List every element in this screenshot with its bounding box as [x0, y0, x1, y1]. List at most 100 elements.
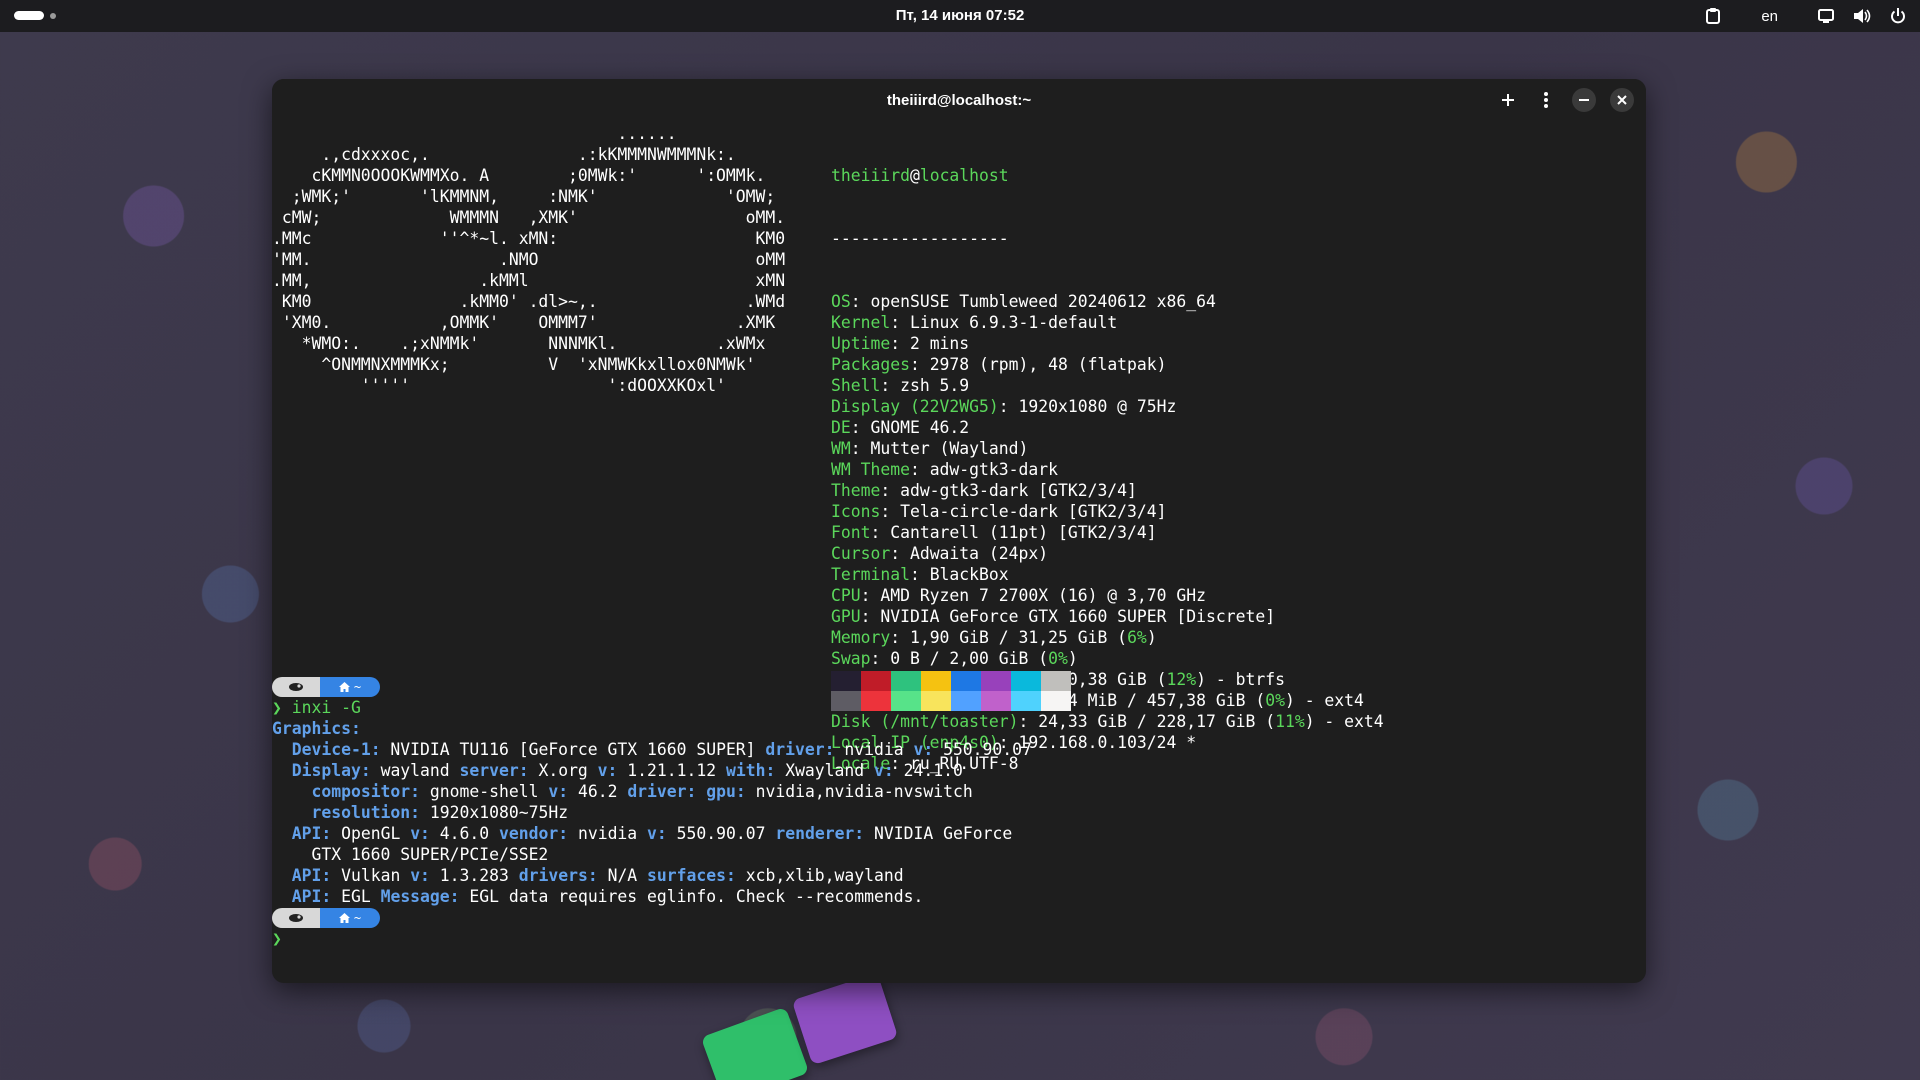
clock[interactable]: Пт, 14 июня 07:52: [896, 7, 1025, 24]
info-value: : Linux 6.9.3-1-default: [890, 313, 1118, 332]
logo-line: ......: [272, 124, 677, 143]
info-tail: ): [1146, 628, 1157, 647]
activities-button[interactable]: [14, 11, 56, 20]
logo-line: cKMMN0OOOKWMMXo. A ;0MWk:' ':OMMk.: [272, 166, 766, 185]
home-icon: [338, 913, 350, 923]
info-key: CPU: [831, 586, 861, 605]
window-titlebar[interactable]: theiiird@localhost:~: [272, 79, 1646, 121]
close-icon: [1617, 95, 1627, 105]
inxi-value: GTX 1660 SUPER/PCIe/SSE2: [272, 845, 549, 864]
inxi-line: API: Vulkan v: 1.3.283 drivers: N/A surf…: [272, 865, 904, 886]
info-key: DE: [831, 418, 851, 437]
opensuse-logo-icon: [289, 683, 303, 691]
info-key: Theme: [831, 481, 881, 500]
info-key: Kernel: [831, 313, 891, 332]
color-swatch: [831, 691, 861, 711]
inxi-value: 1.21.1.12: [617, 761, 726, 780]
inxi-value: [272, 887, 292, 906]
inxi-label: v:: [913, 740, 934, 759]
prompt-chevron: ❯: [272, 698, 282, 717]
keyboard-layout[interactable]: en: [1761, 8, 1778, 25]
info-row: Packages: 2978 (rpm), 48 (flatpak): [831, 354, 1631, 375]
new-tab-button[interactable]: [1496, 88, 1520, 112]
inxi-value: [696, 782, 706, 801]
info-value: : adw-gtk3-dark [GTK2/3/4]: [880, 481, 1137, 500]
inxi-value: nvidia: [834, 740, 914, 759]
inxi-header: Graphics:: [272, 718, 361, 739]
logo-line: ^ONMMNXMMMKx; V 'xNMWKkxllox0NMWk': [272, 355, 756, 374]
inxi-value: OpenGL: [331, 824, 411, 843]
info-value: : 2 mins: [890, 334, 970, 353]
inxi-value: xcb,xlib,wayland: [735, 866, 904, 885]
inxi-value: 550.90.07: [933, 740, 1032, 759]
logo-line: 'XM0. ,OMMK' OMMM7' .XMK: [272, 313, 776, 332]
info-value: : Mutter (Wayland): [850, 439, 1029, 458]
inxi-value: 24.1.0: [893, 761, 963, 780]
close-button[interactable]: [1610, 88, 1634, 112]
info-value: : GNOME 46.2: [850, 418, 970, 437]
info-row: GPU: NVIDIA GeForce GTX 1660 SUPER [Disc…: [831, 606, 1631, 627]
info-row: Kernel: Linux 6.9.3-1-default: [831, 312, 1631, 333]
logo-line: ;WMK;' 'lKMMNM, :NMK' 'OMW;: [272, 187, 776, 206]
color-swatch: [951, 671, 981, 691]
inxi-line: API: EGL Message: EGL data requires egli…: [272, 886, 924, 907]
inxi-label: server:: [459, 761, 529, 780]
workspace-indicator[interactable]: [50, 12, 56, 19]
info-row: CPU: AMD Ryzen 7 2700X (16) @ 3,70 GHz: [831, 585, 1631, 606]
inxi-value: [272, 782, 311, 801]
info-row: Display (22V2WG5): 1920x1080 @ 75Hz: [831, 396, 1631, 417]
power-icon[interactable]: [1888, 6, 1908, 26]
volume-icon[interactable]: [1852, 6, 1872, 26]
inxi-label: Display:: [291, 761, 371, 780]
color-swatch: [861, 671, 891, 691]
inxi-label: API:: [291, 866, 332, 885]
logo-line: .,cdxxxoc,. .:kKMMMNWMMMNk:.: [272, 145, 736, 164]
active-command-line[interactable]: ❯: [272, 928, 282, 949]
clipboard-icon[interactable]: [1703, 6, 1723, 26]
info-key: WM: [831, 439, 851, 458]
logo-line: .MM, .kMMl xMN: [272, 271, 786, 290]
info-value: : BlackBox: [909, 565, 1009, 584]
info-key: Memory: [831, 628, 891, 647]
inxi-value: 4.6.0: [429, 824, 500, 843]
user-host-line: theiiird@localhost: [831, 165, 1631, 186]
info-value: : 1,90 GiB / 31,25 GiB (: [890, 628, 1128, 647]
info-percent: 0%: [1048, 649, 1068, 668]
minimize-button[interactable]: [1572, 88, 1596, 112]
info-key: OS: [831, 292, 851, 311]
color-swatch: [921, 671, 951, 691]
inxi-value: [272, 824, 292, 843]
info-key: Uptime: [831, 334, 891, 353]
inxi-value: nvidia: [568, 824, 648, 843]
prompt-chevron-2: ❯: [272, 929, 282, 948]
inxi-value: 1.3.283: [429, 866, 519, 885]
workspace-indicator-active[interactable]: [14, 11, 44, 20]
inxi-label: compositor:: [311, 782, 421, 801]
inxi-value: 550.90.07: [666, 824, 776, 843]
info-value: : adw-gtk3-dark: [909, 460, 1058, 479]
info-key: Cursor: [831, 544, 891, 563]
inxi-line: compositor: gnome-shell v: 46.2 driver: …: [272, 781, 972, 802]
color-swatch: [951, 691, 981, 711]
username: theiiird: [831, 166, 910, 185]
minimize-icon: [1579, 99, 1589, 101]
kebab-menu-icon: [1544, 92, 1548, 108]
info-key: Display (22V2WG5): [831, 397, 999, 416]
inxi-section-title: Graphics:: [272, 719, 361, 738]
terminal-content[interactable]: ...... .,cdxxxoc,. .:kKMMMNWMMMNk:. cKMM…: [272, 121, 1646, 983]
menu-button[interactable]: [1534, 88, 1558, 112]
prompt-dir-label-2: ~: [353, 910, 362, 925]
prompt-dir-segment-2: ~: [320, 908, 380, 928]
home-icon: [338, 682, 350, 692]
inxi-label: with:: [725, 761, 776, 780]
logo-line: cMW; WMMMN ,XMK' oMM.: [272, 208, 786, 227]
display-icon[interactable]: [1816, 6, 1836, 26]
info-row: Cursor: Adwaita (24px): [831, 543, 1631, 564]
info-tail: ) - ext4: [1284, 691, 1364, 710]
info-value: : NVIDIA GeForce GTX 1660 SUPER [Discret…: [860, 607, 1276, 626]
terminal-window: theiiird@localhost:~ ...... .,cdxxxoc,.: [272, 79, 1646, 983]
inxi-value: Xwayland: [775, 761, 875, 780]
color-swatch: [1041, 671, 1071, 691]
inxi-label: v:: [410, 824, 430, 843]
fastfetch-info: theiiird@localhost ------------------ OS…: [831, 123, 1631, 816]
